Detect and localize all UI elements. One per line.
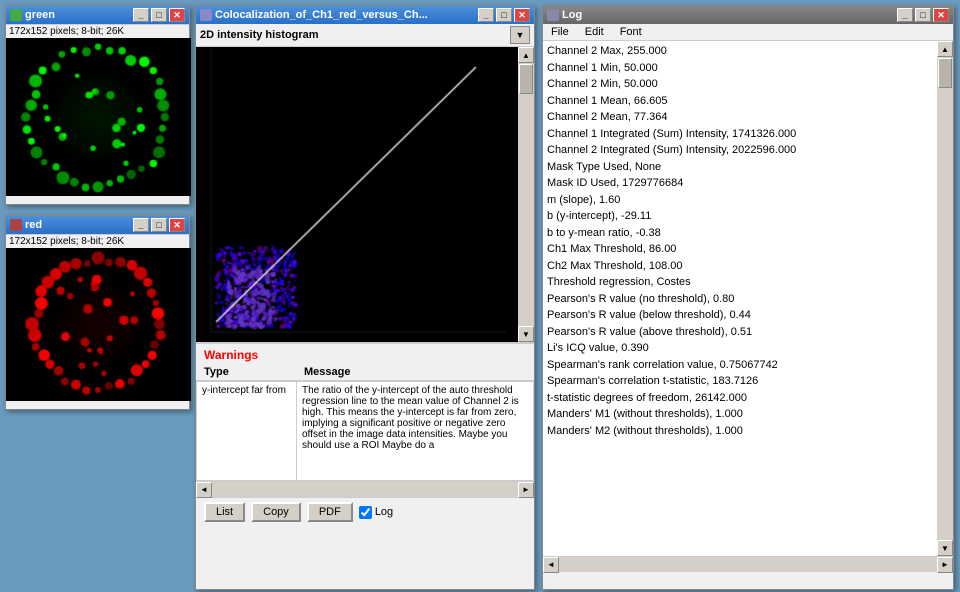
- scrollbar-up-btn[interactable]: ▲: [518, 47, 534, 63]
- histogram-scroll-area: ▲ ▼: [196, 47, 534, 342]
- log-close-btn[interactable]: ✕: [933, 8, 949, 22]
- log-line: Channel 2 Integrated (Sum) Intensity, 20…: [547, 142, 933, 159]
- log-line: Ch2 Max Threshold, 108.00: [547, 258, 933, 275]
- scrollbar-thumb[interactable]: [519, 64, 533, 94]
- log-menubar: File Edit Font: [543, 24, 953, 41]
- scrollbar-down-btn[interactable]: ▼: [518, 326, 534, 342]
- hscroll-right-btn[interactable]: ►: [518, 482, 534, 498]
- warnings-col-message: Message: [304, 366, 526, 378]
- warnings-col-type: Type: [204, 366, 304, 378]
- copy-button[interactable]: Copy: [251, 502, 301, 522]
- log-line: Mask Type Used, None: [547, 159, 933, 176]
- green-title-icon: [10, 9, 22, 21]
- histogram-image: [196, 47, 518, 342]
- log-line: Channel 1 Integrated (Sum) Intensity, 17…: [547, 126, 933, 143]
- pdf-button[interactable]: PDF: [307, 502, 353, 522]
- log-line: Ch1 Max Threshold, 86.00: [547, 241, 933, 258]
- log-title-text: Log: [562, 9, 582, 21]
- log-line: Manders' M2 (without thresholds), 1.000: [547, 423, 933, 440]
- log-restore-btn[interactable]: □: [915, 8, 931, 22]
- red-title-icon: [10, 219, 22, 231]
- histogram-vscrollbar[interactable]: ▲ ▼: [518, 47, 534, 342]
- log-title-icon: [547, 9, 559, 21]
- hscroll-left-btn[interactable]: ◄: [196, 482, 212, 498]
- log-line: Mask ID Used, 1729776684: [547, 175, 933, 192]
- green-restore-btn[interactable]: □: [151, 8, 167, 22]
- log-scroll-thumb[interactable]: [938, 58, 952, 88]
- log-line: Li's ICQ value, 0.390: [547, 340, 933, 357]
- log-checkbox[interactable]: [359, 506, 372, 519]
- log-line: m (slope), 1.60: [547, 192, 933, 209]
- red-window: red _ □ ✕ 172x152 pixels; 8-bit; 26K: [5, 215, 190, 410]
- coloc-title-text: Colocalization_of_Ch1_red_versus_Ch...: [215, 9, 428, 21]
- log-line: Spearman's rank correlation value, 0.750…: [547, 357, 933, 374]
- log-checkbox-label[interactable]: Log: [359, 506, 393, 519]
- log-window: Log _ □ ✕ File Edit Font Channel 2 Max, …: [542, 5, 954, 590]
- warning-message-cell: The ratio of the y-intercept of the auto…: [297, 382, 533, 480]
- warnings-table-header: Type Message: [196, 364, 534, 381]
- log-line: Manders' M1 (without thresholds), 1.000: [547, 406, 933, 423]
- log-line: Channel 2 Max, 255.000: [547, 43, 933, 60]
- log-line: Channel 1 Mean, 66.605: [547, 93, 933, 110]
- log-menu-file[interactable]: File: [549, 25, 571, 39]
- green-titlebar[interactable]: green _ □ ✕: [6, 6, 189, 24]
- coloc-restore-btn[interactable]: □: [496, 8, 512, 22]
- red-close-btn[interactable]: ✕: [169, 218, 185, 232]
- log-line: Pearson's R value (above threshold), 0.5…: [547, 324, 933, 341]
- log-line: Channel 1 Min, 50.000: [547, 60, 933, 77]
- log-line: Channel 2 Mean, 77.364: [547, 109, 933, 126]
- red-title-text: red: [25, 219, 42, 231]
- coloc-title-icon: [200, 9, 212, 21]
- log-minimize-btn[interactable]: _: [897, 8, 913, 22]
- log-line: b to y-mean ratio, -0.38: [547, 225, 933, 242]
- log-hscroll-left-btn[interactable]: ◄: [543, 557, 559, 573]
- log-line: t-statistic degrees of freedom, 26142.00…: [547, 390, 933, 407]
- coloc-minimize-btn[interactable]: _: [478, 8, 494, 22]
- red-image-area: [6, 248, 191, 401]
- log-line: Threshold regression, Costes: [547, 274, 933, 291]
- warnings-hscrollbar[interactable]: ◄ ►: [196, 481, 534, 497]
- red-titlebar[interactable]: red _ □ ✕: [6, 216, 189, 234]
- warnings-row: y-intercept far from The ratio of the y-…: [196, 381, 534, 481]
- green-status: 172x152 pixels; 8-bit; 26K: [6, 24, 189, 38]
- log-line: Spearman's correlation t-statistic, 183.…: [547, 373, 933, 390]
- warnings-title: Warnings: [196, 344, 534, 364]
- histogram-dropdown-btn[interactable]: ▼: [510, 26, 530, 44]
- log-content-area: Channel 2 Max, 255.000Channel 1 Min, 50.…: [543, 41, 953, 556]
- coloc-titlebar[interactable]: Colocalization_of_Ch1_red_versus_Ch... _…: [196, 6, 534, 24]
- log-line: Channel 2 Min, 50.000: [547, 76, 933, 93]
- log-lines-container[interactable]: Channel 2 Max, 255.000Channel 1 Min, 50.…: [543, 41, 937, 556]
- coloc-window: Colocalization_of_Ch1_red_versus_Ch... _…: [195, 5, 535, 590]
- red-minimize-btn[interactable]: _: [133, 218, 149, 232]
- log-vscrollbar[interactable]: ▲ ▼: [937, 41, 953, 556]
- green-title-text: green: [25, 9, 55, 21]
- red-restore-btn[interactable]: □: [151, 218, 167, 232]
- log-menu-edit[interactable]: Edit: [583, 25, 606, 39]
- log-hscroll-right-btn[interactable]: ►: [937, 557, 953, 573]
- log-line: b (y-intercept), -29.11: [547, 208, 933, 225]
- log-window-inner: File Edit Font Channel 2 Max, 255.000Cha…: [543, 24, 953, 572]
- list-button[interactable]: List: [204, 502, 245, 522]
- warning-type-cell: y-intercept far from: [197, 382, 297, 480]
- log-titlebar[interactable]: Log _ □ ✕: [543, 6, 953, 24]
- log-hscrollbar[interactable]: ◄ ►: [543, 556, 953, 572]
- histogram-header: 2D intensity histogram ▼: [196, 24, 534, 47]
- coloc-close-btn[interactable]: ✕: [514, 8, 530, 22]
- log-checkbox-text: Log: [375, 506, 393, 518]
- green-image-area: [6, 38, 191, 196]
- bottom-buttons-bar: List Copy PDF Log: [196, 497, 534, 526]
- green-window: green _ □ ✕ 172x152 pixels; 8-bit; 26K: [5, 5, 190, 205]
- red-status: 172x152 pixels; 8-bit; 26K: [6, 234, 189, 248]
- green-minimize-btn[interactable]: _: [133, 8, 149, 22]
- log-line: Pearson's R value (no threshold), 0.80: [547, 291, 933, 308]
- warnings-scroll[interactable]: y-intercept far from The ratio of the y-…: [196, 381, 534, 481]
- log-menu-font[interactable]: Font: [618, 25, 644, 39]
- histogram-title: 2D intensity histogram: [200, 29, 510, 41]
- log-scroll-up-btn[interactable]: ▲: [937, 41, 953, 57]
- warnings-section: Warnings Type Message y-intercept far fr…: [196, 342, 534, 497]
- green-close-btn[interactable]: ✕: [169, 8, 185, 22]
- log-line: Pearson's R value (below threshold), 0.4…: [547, 307, 933, 324]
- histogram-image-container: [196, 47, 518, 342]
- log-scroll-down-btn[interactable]: ▼: [937, 540, 953, 556]
